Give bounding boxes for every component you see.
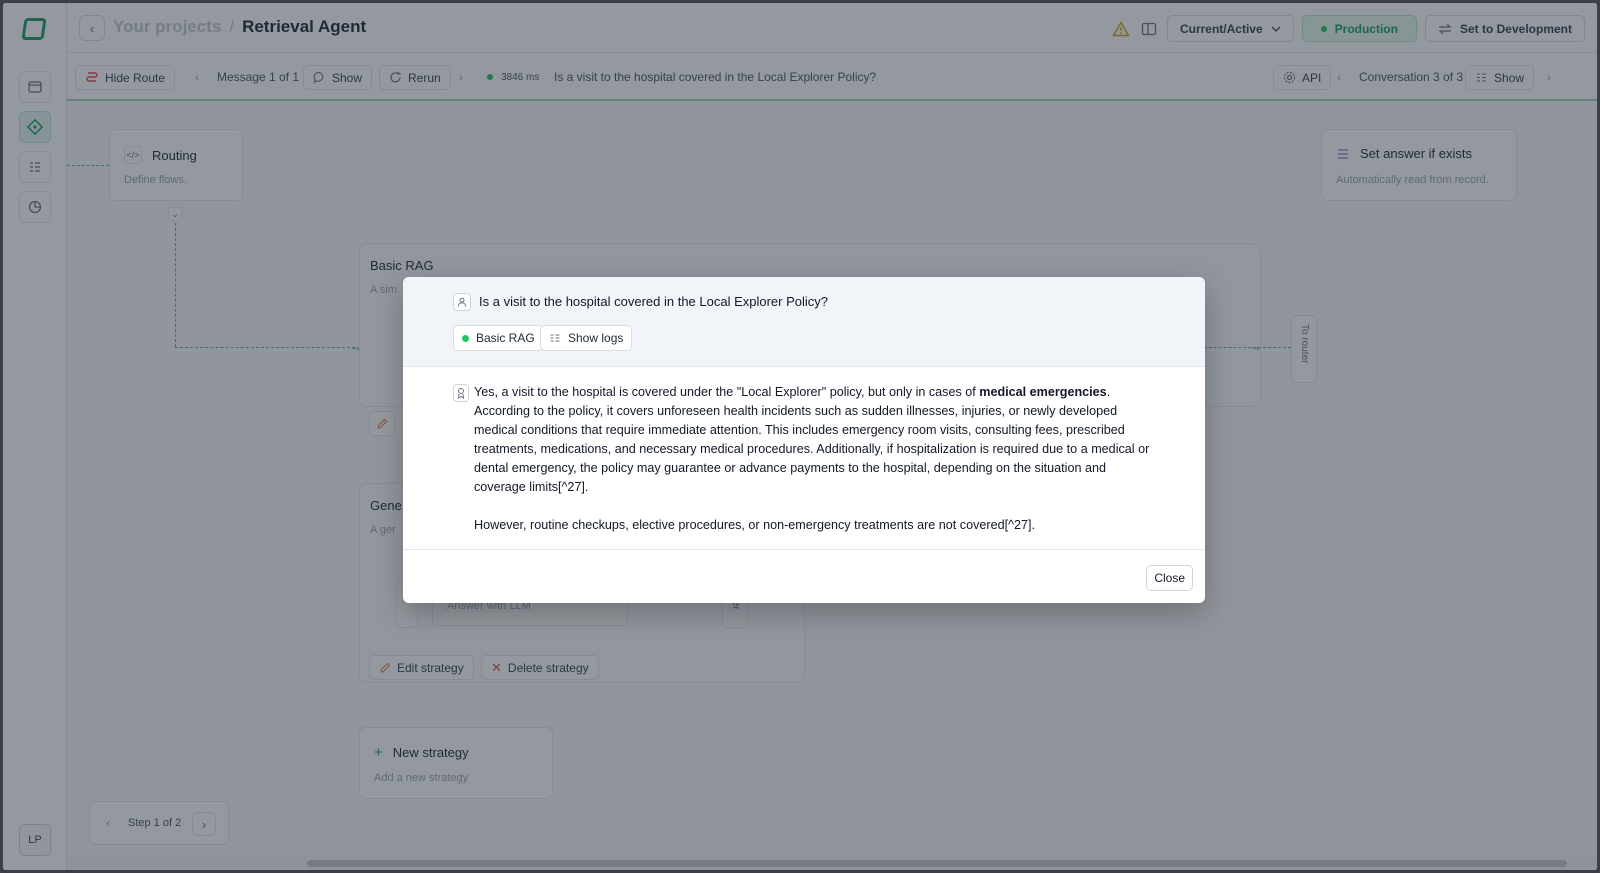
list-icon — [550, 334, 560, 342]
strategy-chip[interactable]: Basic RAG — [453, 325, 544, 351]
app-window: LP ‹ Your projects / Retrieval Agent Cur… — [0, 0, 1600, 873]
modal-header: Is a visit to the hospital covered in th… — [403, 277, 1205, 367]
answer-paragraph: Yes, a visit to the hospital is covered … — [474, 383, 1154, 497]
user-icon — [453, 293, 471, 311]
status-dot — [462, 334, 469, 342]
modal-answer-section: Yes, a visit to the hospital is covered … — [403, 367, 1205, 550]
modal-question: Is a visit to the hospital covered in th… — [479, 294, 829, 309]
show-logs-label: Show logs — [568, 331, 624, 345]
answer-emphasis: medical emergencies — [979, 385, 1107, 399]
strategy-chip-label: Basic RAG — [476, 331, 535, 345]
close-button[interactable]: Close — [1146, 565, 1193, 591]
answer-text: . According to the policy, it covers unf… — [474, 385, 1150, 494]
answer-text: Yes, a visit to the hospital is covered … — [474, 385, 980, 399]
answer-paragraph: However, routine checkups, elective proc… — [474, 518, 1036, 532]
modal-answer-text: Yes, a visit to the hospital is covered … — [474, 383, 1154, 554]
message-detail-modal: Is a visit to the hospital covered in th… — [403, 277, 1205, 603]
show-logs-button[interactable]: Show logs — [540, 325, 633, 351]
bot-icon — [453, 384, 469, 402]
